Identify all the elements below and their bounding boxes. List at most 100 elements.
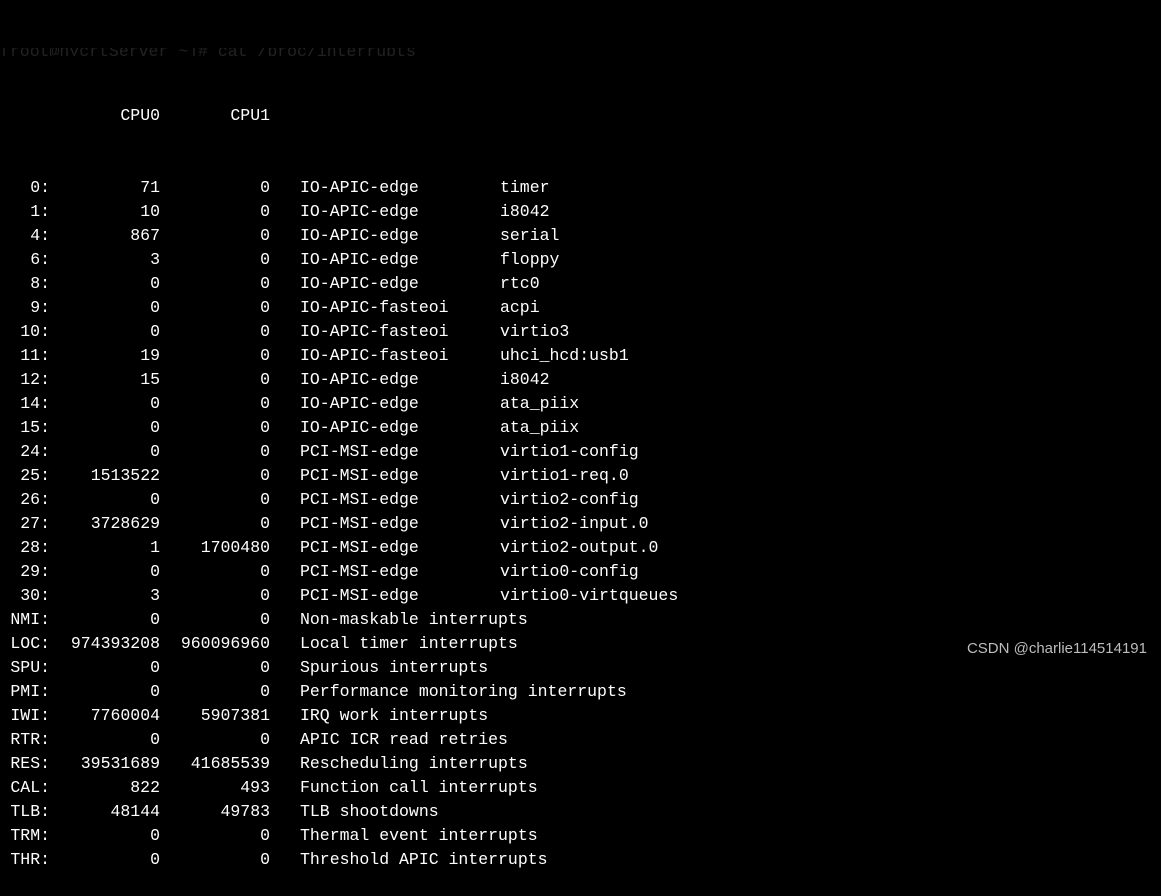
irq-desc: virtio3	[500, 320, 569, 344]
cpu1-value: 1700480	[160, 536, 270, 560]
irq-label: NMI:	[0, 608, 50, 632]
cpu1-value: 0	[160, 200, 270, 224]
cpu1-value: 0	[160, 272, 270, 296]
irq-desc: i8042	[500, 368, 550, 392]
irq-desc: virtio0-virtqueues	[500, 584, 678, 608]
irq-type: IO-APIC-edge	[270, 416, 500, 440]
table-row: 29:00PCI-MSI-edgevirtio0-config	[0, 560, 1161, 584]
table-row: 6:30IO-APIC-edgefloppy	[0, 248, 1161, 272]
table-row: 11:190IO-APIC-fasteoiuhci_hcd:usb1	[0, 344, 1161, 368]
cpu0-value: 1513522	[50, 464, 160, 488]
cpu0-value: 0	[50, 728, 160, 752]
cpu1-value: 0	[160, 656, 270, 680]
irq-desc: serial	[500, 224, 559, 248]
irq-desc: virtio2-output.0	[500, 536, 658, 560]
irq-desc: virtio2-config	[500, 488, 639, 512]
irq-type: PCI-MSI-edge	[270, 536, 500, 560]
cpu1-value: 5907381	[160, 704, 270, 728]
cpu1-value: 0	[160, 296, 270, 320]
irq-label: LOC:	[0, 632, 50, 656]
header-cpu0: CPU0	[0, 104, 160, 128]
cpu1-value: 960096960	[160, 632, 270, 656]
cpu0-value: 7760004	[50, 704, 160, 728]
table-row: TRM:00Thermal event interrupts	[0, 824, 1161, 848]
irq-label: 1:	[0, 200, 50, 224]
cpu1-value: 0	[160, 224, 270, 248]
irq-label: TLB:	[0, 800, 50, 824]
irq-type: Performance monitoring interrupts	[270, 680, 627, 704]
irq-type: IRQ work interrupts	[270, 704, 488, 728]
irq-type: PCI-MSI-edge	[270, 512, 500, 536]
cpu0-value: 822	[50, 776, 160, 800]
irq-type: Local timer interrupts	[270, 632, 518, 656]
cpu0-value: 3	[50, 248, 160, 272]
irq-type: IO-APIC-edge	[270, 272, 500, 296]
cpu1-value: 0	[160, 392, 270, 416]
table-row: 14:00IO-APIC-edgeata_piix	[0, 392, 1161, 416]
rows-container: 0:710IO-APIC-edgetimer1:100IO-APIC-edgei…	[0, 176, 1161, 872]
irq-type: IO-APIC-edge	[270, 200, 500, 224]
irq-label: RES:	[0, 752, 50, 776]
irq-label: 12:	[0, 368, 50, 392]
table-row: TLB:4814449783TLB shootdowns	[0, 800, 1161, 824]
table-row: 26:00PCI-MSI-edgevirtio2-config	[0, 488, 1161, 512]
table-row: 4:8670IO-APIC-edgeserial	[0, 224, 1161, 248]
irq-label: THR:	[0, 848, 50, 872]
cpu0-value: 0	[50, 320, 160, 344]
irq-type: APIC ICR read retries	[270, 728, 508, 752]
cpu0-value: 3	[50, 584, 160, 608]
irq-type: IO-APIC-edge	[270, 392, 500, 416]
irq-label: 14:	[0, 392, 50, 416]
irq-label: SPU:	[0, 656, 50, 680]
cpu1-value: 0	[160, 320, 270, 344]
irq-label: 24:	[0, 440, 50, 464]
irq-type: IO-APIC-edge	[270, 248, 500, 272]
cpu1-value: 0	[160, 176, 270, 200]
cpu0-value: 10	[50, 200, 160, 224]
table-row: RTR:00APIC ICR read retries	[0, 728, 1161, 752]
table-row: 12:150IO-APIC-edgei8042	[0, 368, 1161, 392]
irq-desc: virtio1-config	[500, 440, 639, 464]
irq-desc: ata_piix	[500, 416, 579, 440]
prompt-line: [root@hycrtServer ~]# cat /proc/interrup…	[0, 48, 1161, 56]
cpu1-value: 0	[160, 368, 270, 392]
cpu0-value: 0	[50, 848, 160, 872]
table-row: PMI:00Performance monitoring interrupts	[0, 680, 1161, 704]
irq-label: 29:	[0, 560, 50, 584]
cpu0-value: 0	[50, 488, 160, 512]
cpu1-value: 0	[160, 848, 270, 872]
irq-label: 11:	[0, 344, 50, 368]
table-row: CAL:822493Function call interrupts	[0, 776, 1161, 800]
irq-type: IO-APIC-edge	[270, 224, 500, 248]
cpu1-value: 0	[160, 248, 270, 272]
cpu0-value: 0	[50, 392, 160, 416]
cpu0-value: 1	[50, 536, 160, 560]
irq-label: CAL:	[0, 776, 50, 800]
irq-desc: ata_piix	[500, 392, 579, 416]
irq-label: 8:	[0, 272, 50, 296]
irq-desc: floppy	[500, 248, 559, 272]
irq-type: PCI-MSI-edge	[270, 584, 500, 608]
terminal-output: [root@hycrtServer ~]# cat /proc/interrup…	[0, 0, 1161, 896]
cpu0-value: 974393208	[50, 632, 160, 656]
irq-desc: uhci_hcd:usb1	[500, 344, 629, 368]
irq-type: PCI-MSI-edge	[270, 488, 500, 512]
irq-type: TLB shootdowns	[270, 800, 439, 824]
cpu1-value: 0	[160, 416, 270, 440]
cpu0-value: 0	[50, 656, 160, 680]
cpu1-value: 49783	[160, 800, 270, 824]
cpu0-value: 0	[50, 272, 160, 296]
cpu0-value: 15	[50, 368, 160, 392]
irq-desc: rtc0	[500, 272, 540, 296]
table-row: NMI:00Non-maskable interrupts	[0, 608, 1161, 632]
irq-type: PCI-MSI-edge	[270, 440, 500, 464]
cpu1-value: 0	[160, 608, 270, 632]
irq-type: Rescheduling interrupts	[270, 752, 528, 776]
cpu0-value: 0	[50, 416, 160, 440]
irq-type: IO-APIC-edge	[270, 176, 500, 200]
cpu1-value: 0	[160, 464, 270, 488]
irq-desc: virtio0-config	[500, 560, 639, 584]
table-row: 9:00IO-APIC-fasteoiacpi	[0, 296, 1161, 320]
cpu1-value: 0	[160, 728, 270, 752]
irq-label: 25:	[0, 464, 50, 488]
